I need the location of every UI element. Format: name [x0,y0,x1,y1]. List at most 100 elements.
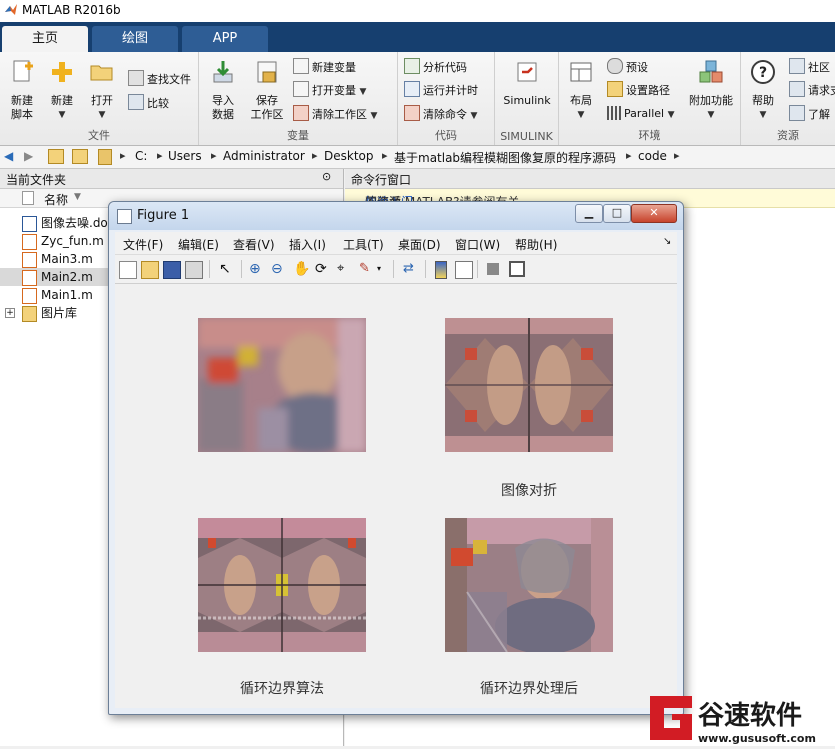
import-data-button[interactable]: 导入 数据 [205,58,241,122]
clear-commands-icon [404,105,420,121]
new-variable-icon [293,58,309,74]
folder-icon [22,306,37,322]
ribbon-tab-strip: 主页 绘图 APP [0,22,835,52]
breadcrumb-separator: ▸ [382,149,388,162]
tab-home[interactable]: 主页 [2,26,88,52]
preferences-button[interactable]: 预设 [607,58,648,76]
sort-arrow-icon: ▼ [74,192,81,202]
simulink-button[interactable]: Simulink [501,58,553,108]
toolbar-separator [241,260,242,278]
new-variable-button[interactable]: 新建变量 [293,58,356,76]
menu-window[interactable]: 窗口(W) [455,236,500,253]
chevron-down-icon: ▼ [58,110,66,120]
menu-file[interactable]: 文件(F) [123,236,163,253]
brush-icon[interactable]: ✎ [359,261,375,277]
new-figure-icon[interactable] [119,261,137,279]
link-plot-icon[interactable]: ⇄ [403,261,419,277]
save-workspace-button[interactable]: 保存 工作区 [247,58,287,122]
figure-title-bar[interactable]: Figure 1 ▁ □ ✕ [109,202,683,230]
m-file-icon [22,234,37,250]
help-button[interactable]: ? 帮助 ▼ [747,58,779,122]
panel-menu-icon[interactable]: ⊙ [322,170,331,183]
run-and-time-button[interactable]: 运行并计时 [404,81,478,99]
minimize-button[interactable]: ▁ [575,204,603,223]
find-files-button[interactable]: 查找文件 [128,70,191,88]
parallel-button[interactable]: Parallel ▼ [607,105,675,123]
print-icon[interactable] [185,261,203,279]
analyze-code-button[interactable]: 分析代码 [404,58,467,76]
addons-button[interactable]: 附加功能 ▼ [687,58,735,122]
new-plus-icon [52,62,72,82]
community-button[interactable]: 社区 [789,58,830,76]
menu-insert[interactable]: 插入(I) [289,236,326,253]
figure-canvas: 图像对折 循环边界算法 循环边界处理后 [115,284,677,708]
expand-plus-icon[interactable]: + [5,308,15,318]
breadcrumb-drive[interactable]: C: [135,149,147,163]
open-button[interactable]: 打开 ▼ [84,58,120,122]
breadcrumb-desktop[interactable]: Desktop [324,149,374,163]
save-icon[interactable] [163,261,181,279]
breadcrumb-project[interactable]: 基于matlab编程模糊图像复原的程序源码 [394,149,616,166]
open-file-icon[interactable] [141,261,159,279]
chevron-down-icon: ▼ [667,110,675,120]
show-plot-tools-icon[interactable] [509,261,525,277]
colorbar-icon[interactable] [435,261,447,279]
new-script-button[interactable]: 新建 脚本 [4,58,40,122]
file-name: 图像去噪.do [41,216,108,230]
layout-button[interactable]: 布局 ▼ [565,58,597,122]
zoom-out-icon[interactable]: ⊖ [271,261,287,277]
data-cursor-icon[interactable]: ⌖ [337,261,353,277]
file-name: Zyc_fun.m [41,234,104,248]
breadcrumb-administrator[interactable]: Administrator [223,149,305,163]
browse-folder-icon[interactable] [72,149,88,164]
rotate-3d-icon[interactable]: ⟳ [315,261,331,277]
close-button[interactable]: ✕ [631,204,677,223]
tab-plots[interactable]: 绘图 [92,26,178,52]
help-label: 帮助 [752,94,774,107]
open-variable-button[interactable]: 打开变量 ▼ [293,81,366,99]
up-folder-icon[interactable] [48,149,64,164]
command-window-title: 命令行窗口 [351,173,412,187]
tab-apps[interactable]: APP [182,26,268,52]
chevron-down-icon: ▼ [577,110,585,120]
menu-desktop[interactable]: 桌面(D) [398,236,441,253]
path-folder-icon [98,149,112,165]
new-label: 新建 [51,94,73,107]
back-arrow-icon[interactable]: ◀ [4,149,13,163]
menu-edit[interactable]: 编辑(E) [178,236,219,253]
clear-workspace-button[interactable]: 清除工作区 ▼ [293,105,377,123]
set-path-button[interactable]: 设置路径 [607,81,670,99]
learn-button[interactable]: 了解 [789,105,830,123]
compare-button[interactable]: 比较 [128,94,169,112]
toolbar-separator [425,260,426,278]
svg-text:?: ? [759,65,767,81]
menu-help[interactable]: 帮助(H) [515,236,557,253]
chevron-down-icon[interactable]: ▾ [377,261,393,277]
zoom-in-icon[interactable]: ⊕ [249,261,265,277]
new-button[interactable]: 新建 ▼ [44,58,80,122]
parallel-label: Parallel [624,107,665,120]
file-name: Main3.m [41,252,93,266]
ribbon-section-code: 分析代码 运行并计时 清除命令 ▼ 代码 [398,52,495,145]
pan-hand-icon[interactable]: ✋ [293,261,310,277]
figure-window[interactable]: Figure 1 ▁ □ ✕ 文件(F) 编辑(E) 查看(V) 插入(I) 工… [108,201,684,715]
open-label: 打开 [91,94,113,107]
dock-arrow-icon[interactable]: ↘ [663,236,671,247]
breadcrumb-code[interactable]: code [638,149,667,163]
hide-plot-tools-icon[interactable] [487,263,499,275]
breadcrumb-users[interactable]: Users [168,149,202,163]
toolbar-separator [477,260,478,278]
find-files-icon [128,70,144,86]
forward-arrow-icon[interactable]: ▶ [24,149,33,163]
request-support-button[interactable]: 请求支 [789,81,835,99]
maximize-button[interactable]: □ [603,204,631,223]
legend-icon[interactable] [455,261,473,279]
menu-view[interactable]: 查看(V) [233,236,275,253]
open-variable-icon [293,81,309,97]
pointer-icon[interactable]: ↖ [219,261,235,277]
menu-tools[interactable]: 工具(T) [343,236,384,253]
clear-commands-button[interactable]: 清除命令 ▼ [404,105,477,123]
open-variable-label: 打开变量 [312,84,356,97]
find-files-label: 查找文件 [147,73,191,86]
ribbon-section-simulink: Simulink SIMULINK [495,52,559,145]
